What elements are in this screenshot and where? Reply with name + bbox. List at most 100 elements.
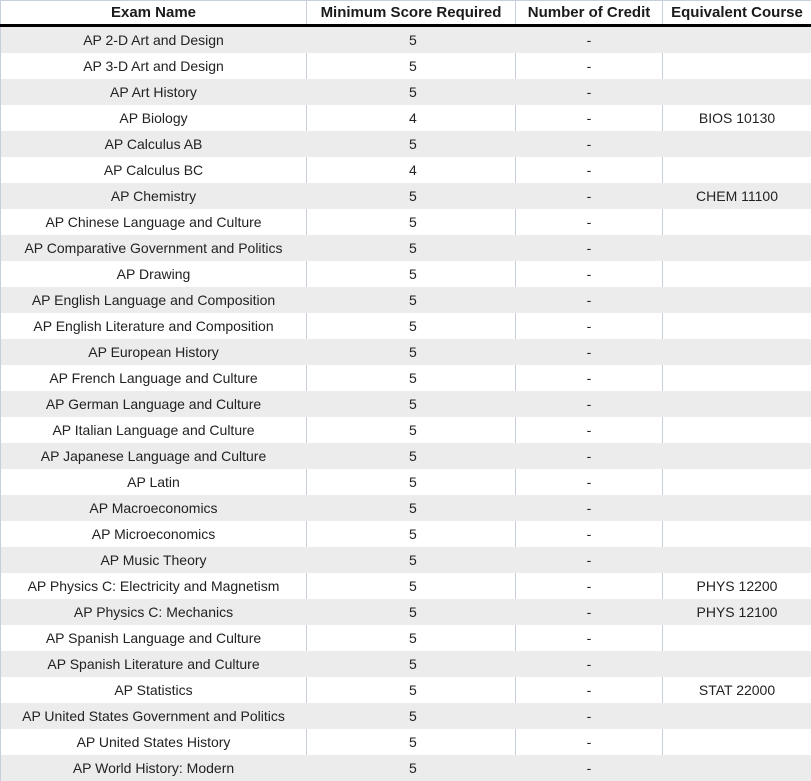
exam-name-cell: AP Chinese Language and Culture [0,209,307,235]
equivalent-course-cell [662,625,811,651]
header-row: Exam Name Minimum Score Required Number … [0,0,811,27]
minimum-score-cell: 5 [306,25,516,53]
exam-name-cell: AP European History [0,339,307,365]
table-body: AP 2-D Art and Design 5- AP 3-D Art and De… [0,25,811,781]
credit-cell: - [515,25,663,53]
minimum-score-cell: 4 [306,105,516,131]
table-row: AP Art History 5- [0,79,811,105]
minimum-score-cell: 4 [306,157,516,183]
table-row: AP German Language and Culture 5- [0,391,811,417]
credit-cell: - [515,573,663,599]
minimum-score-cell: 5 [306,677,516,703]
equivalent-course-cell [662,157,811,183]
exam-name-cell: AP Japanese Language and Culture [0,443,307,469]
exam-name-cell: AP English Language and Composition [0,287,307,313]
minimum-score-cell: 5 [306,313,516,339]
minimum-score-cell: 5 [306,651,516,677]
equivalent-course-cell [662,469,811,495]
table-row: AP French Language and Culture 5- [0,365,811,391]
minimum-score-cell: 5 [306,261,516,287]
minimum-score-cell: 5 [306,443,516,469]
minimum-score-cell: 5 [306,183,516,209]
table-row: AP Physics C: Electricity and Magnetism 5… [0,573,811,599]
header-number-of-credit: Number of Credit [515,0,663,27]
equivalent-course-cell [662,729,811,755]
exam-name-cell: AP Italian Language and Culture [0,417,307,443]
credit-cell: - [515,651,663,677]
equivalent-course-cell [662,521,811,547]
exam-name-cell: AP Latin [0,469,307,495]
table-header: Exam Name Minimum Score Required Number … [0,0,811,27]
minimum-score-cell: 5 [306,573,516,599]
minimum-score-cell: 5 [306,703,516,729]
equivalent-course-cell [662,443,811,469]
exam-name-cell: AP Spanish Language and Culture [0,625,307,651]
minimum-score-cell: 5 [306,521,516,547]
table-row: AP Chemistry 5- CHEM 11100 [0,183,811,209]
minimum-score-cell: 5 [306,755,516,781]
credit-cell: - [515,677,663,703]
header-exam-name: Exam Name [0,0,307,27]
minimum-score-cell: 5 [306,599,516,625]
exam-name-cell: AP World History: Modern [0,755,307,781]
equivalent-course-cell [662,365,811,391]
credit-cell: - [515,365,663,391]
exam-name-cell: AP Art History [0,79,307,105]
credit-cell: - [515,391,663,417]
credit-cell: - [515,209,663,235]
minimum-score-cell: 5 [306,391,516,417]
table-row: AP United States History 5- [0,729,811,755]
exam-name-cell: AP Macroeconomics [0,495,307,521]
equivalent-course-cell [662,235,811,261]
minimum-score-cell: 5 [306,235,516,261]
credit-cell: - [515,599,663,625]
minimum-score-cell: 5 [306,625,516,651]
table-row: AP Calculus AB 5- [0,131,811,157]
equivalent-course-cell [662,313,811,339]
exam-name-cell: AP 3-D Art and Design [0,53,307,79]
equivalent-course-cell [662,651,811,677]
credit-cell: - [515,443,663,469]
credit-cell: - [515,755,663,781]
equivalent-course-cell [662,417,811,443]
equivalent-course-cell [662,547,811,573]
equivalent-course-cell: PHYS 12100 [662,599,811,625]
credit-cell: - [515,521,663,547]
minimum-score-cell: 5 [306,209,516,235]
equivalent-course-cell [662,79,811,105]
table-row: AP 3-D Art and Design 5- [0,53,811,79]
minimum-score-cell: 5 [306,417,516,443]
table-row: AP World History: Modern 5- [0,755,811,781]
exam-name-cell: AP French Language and Culture [0,365,307,391]
equivalent-course-cell [662,287,811,313]
equivalent-course-cell [662,209,811,235]
credit-cell: - [515,261,663,287]
table-row: AP English Language and Composition 5- [0,287,811,313]
credit-cell: - [515,131,663,157]
header-equivalent-course: Equivalent Course [662,0,811,27]
table-row: AP Calculus BC 4- [0,157,811,183]
minimum-score-cell: 5 [306,339,516,365]
minimum-score-cell: 5 [306,131,516,157]
ap-credit-table: Exam Name Minimum Score Required Number … [0,0,811,781]
table-row: AP Statistics 5- STAT 22000 [0,677,811,703]
equivalent-course-cell [662,755,811,781]
exam-name-cell: AP Statistics [0,677,307,703]
minimum-score-cell: 5 [306,365,516,391]
credit-cell: - [515,703,663,729]
exam-name-cell: AP Chemistry [0,183,307,209]
equivalent-course-cell [662,703,811,729]
credit-cell: - [515,105,663,131]
exam-name-cell: AP Calculus BC [0,157,307,183]
credit-cell: - [515,287,663,313]
minimum-score-cell: 5 [306,287,516,313]
exam-name-cell: AP English Literature and Composition [0,313,307,339]
credit-cell: - [515,339,663,365]
exam-name-cell: AP Drawing [0,261,307,287]
table-row: AP 2-D Art and Design 5- [0,25,811,53]
table-row: AP United States Government and Politics… [0,703,811,729]
equivalent-course-cell: PHYS 12200 [662,573,811,599]
minimum-score-cell: 5 [306,495,516,521]
exam-name-cell: AP Calculus AB [0,131,307,157]
table-row: AP Comparative Government and Politics 5- [0,235,811,261]
